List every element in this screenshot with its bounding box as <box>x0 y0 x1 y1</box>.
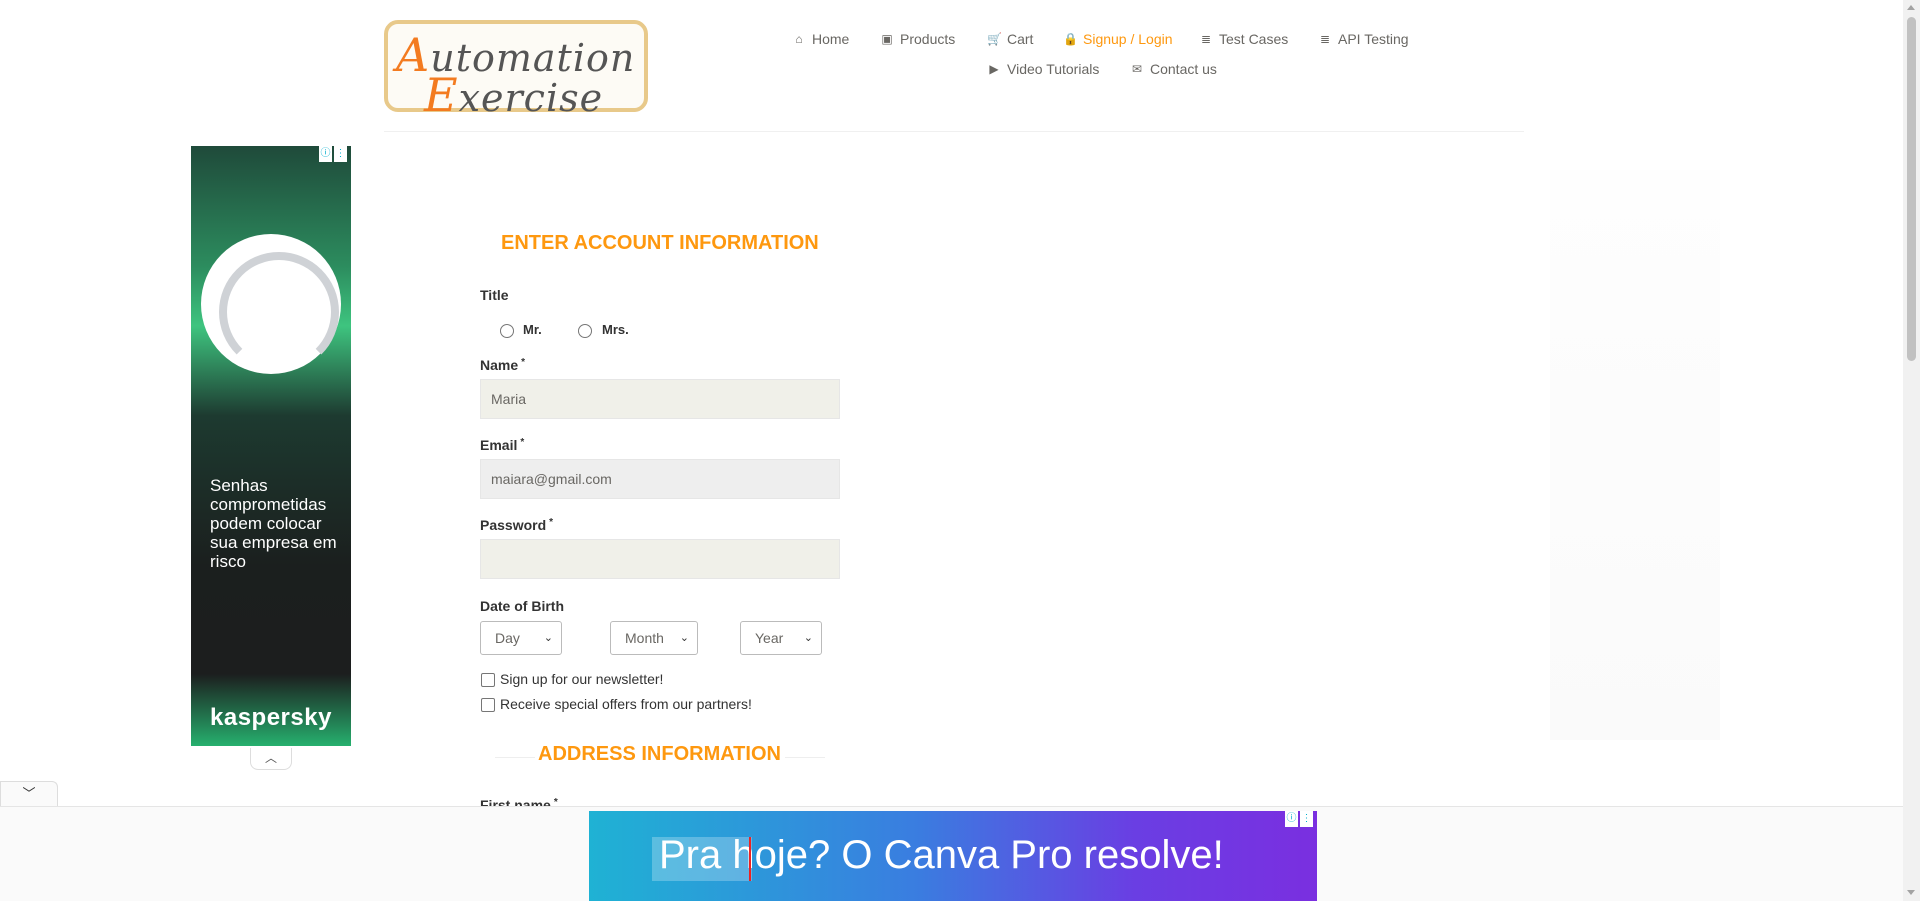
ad-text: Senhas comprometidas podem colocar sua e… <box>210 476 337 571</box>
text-cursor <box>749 837 751 881</box>
nav-cart[interactable]: 🛒 Cart <box>987 31 1033 47</box>
nav-home[interactable]: ⌂ Home <box>792 31 849 47</box>
list-icon: ≣ <box>1319 32 1331 46</box>
list-icon: ≣ <box>1200 32 1212 46</box>
chevron-up-icon: ︿ <box>264 751 277 765</box>
title-mr-label[interactable]: Mr. <box>523 322 542 337</box>
nav-signup-login[interactable]: 🔒 Signup / Login <box>1063 31 1173 47</box>
nav-api-testing[interactable]: ≣ API Testing <box>1318 31 1409 47</box>
scroll-up-arrow-icon[interactable] <box>1907 5 1915 10</box>
chevron-down-icon: ﹀ <box>22 786 36 801</box>
vertical-scrollbar[interactable] <box>1903 0 1920 901</box>
youtube-icon: ▶ <box>989 62 999 76</box>
newsletter-label[interactable]: Sign up for our newsletter! <box>500 671 663 687</box>
home-icon: ⌂ <box>795 32 803 46</box>
newsletter-checkbox[interactable] <box>481 673 495 687</box>
dob-day-select[interactable]: Day ⌄ <box>480 621 562 655</box>
ad-choices[interactable]: ⓘ ⋮ <box>1285 811 1313 827</box>
title-label: Title <box>480 287 509 303</box>
info-icon[interactable]: ⓘ <box>1285 811 1298 827</box>
scroll-down-arrow-icon[interactable] <box>1907 890 1915 895</box>
title-mrs-radio[interactable] <box>578 324 592 338</box>
bottom-ad-toggle[interactable]: ﹀ <box>0 781 58 807</box>
address-divider-left <box>495 757 535 758</box>
password-field[interactable] <box>480 539 840 579</box>
menu-dots-icon[interactable]: ⋮ <box>334 146 347 162</box>
chevron-down-icon: ⌄ <box>679 632 689 644</box>
dob-month-select[interactable]: Month ⌄ <box>610 621 698 655</box>
name-field[interactable]: Maria <box>480 379 840 419</box>
scrollbar-thumb[interactable] <box>1907 17 1916 361</box>
chevron-down-icon: ⌄ <box>803 632 813 644</box>
products-icon: ▣ <box>881 32 893 46</box>
address-info-title: ADDRESS INFORMATION <box>538 743 781 765</box>
password-label: Password * <box>480 517 554 533</box>
header-divider <box>384 131 1524 132</box>
bottom-ad-banner[interactable]: Pra hoje? O Canva Pro resolve! ⓘ ⋮ <box>589 811 1317 901</box>
address-divider-right <box>785 757 825 758</box>
dob-year-select[interactable]: Year ⌄ <box>740 621 822 655</box>
offers-label[interactable]: Receive special offers from our partners… <box>500 696 752 712</box>
offers-checkbox[interactable] <box>481 698 495 712</box>
nav-video-tutorials[interactable]: ▶ Video Tutorials <box>987 61 1099 77</box>
ad-brand: kaspersky <box>210 704 332 731</box>
title-mr-radio[interactable] <box>500 324 514 338</box>
bottom-ad-headline: Pra hoje? O Canva Pro resolve! <box>659 833 1224 877</box>
dob-label: Date of Birth <box>480 598 564 614</box>
site-logo[interactable]: Automation Exercise <box>384 20 648 122</box>
email-label: Email * <box>480 437 525 453</box>
nav-test-cases[interactable]: ≣ Test Cases <box>1199 31 1288 47</box>
ad-ring-graphic <box>201 234 341 374</box>
ad-collapse-button[interactable]: ︿ <box>250 748 292 770</box>
chevron-down-icon: ⌄ <box>543 632 553 644</box>
name-label: Name * <box>480 357 526 373</box>
faint-background-graphic <box>1550 170 1720 740</box>
account-info-title: ENTER ACCOUNT INFORMATION <box>501 232 819 254</box>
info-icon[interactable]: ⓘ <box>319 146 332 162</box>
ad-choices[interactable]: ⓘ ⋮ <box>319 146 347 162</box>
nav-products[interactable]: ▣ Products <box>880 31 955 47</box>
left-ad-banner[interactable]: Senhas comprometidas podem colocar sua e… <box>191 146 351 746</box>
cart-icon: 🛒 <box>987 32 1002 46</box>
lock-icon: 🔒 <box>1063 32 1078 46</box>
title-mrs-label[interactable]: Mrs. <box>602 322 629 337</box>
envelope-icon: ✉ <box>1131 62 1143 76</box>
menu-dots-icon[interactable]: ⋮ <box>1300 811 1313 827</box>
email-field[interactable]: maiara@gmail.com <box>480 459 840 499</box>
nav-contact-us[interactable]: ✉ Contact us <box>1130 61 1217 77</box>
logo-line-2: Exercise <box>424 68 604 122</box>
